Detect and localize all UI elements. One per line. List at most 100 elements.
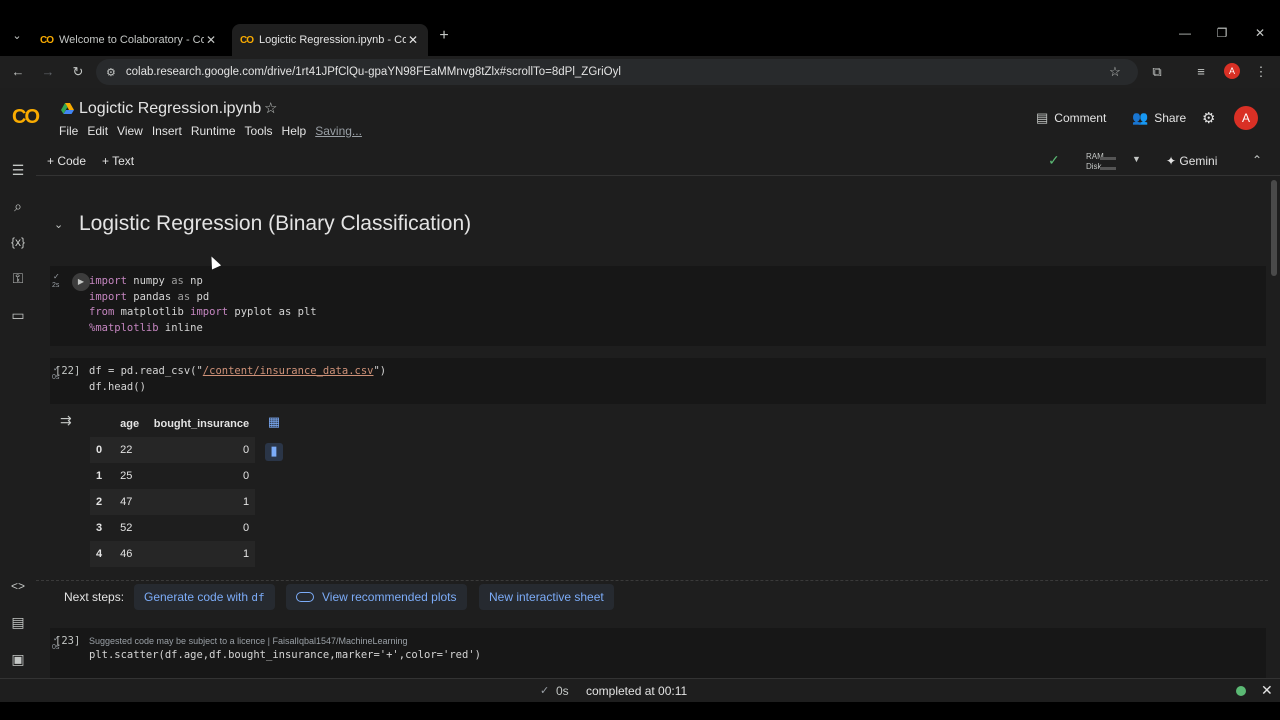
status-text[interactable]: completed at 00:11 xyxy=(586,684,687,698)
address-bar[interactable]: ⚙ colab.research.google.com/drive/1rt41J… xyxy=(96,59,1138,85)
exec-status-icon: ✓ xyxy=(53,272,60,281)
table-row: 1 25 0 xyxy=(90,463,255,489)
row-index: 2 xyxy=(90,489,115,515)
settings-gear-icon[interactable]: ⚙ xyxy=(1202,109,1215,127)
cell-bought-insurance: 1 xyxy=(145,489,256,515)
star-icon[interactable]: ☆ xyxy=(264,99,277,117)
comment-button[interactable]: ▤ Comment xyxy=(1036,110,1106,126)
files-folder-icon[interactable]: ▭ xyxy=(8,305,28,325)
close-tab-icon[interactable]: ✕ xyxy=(204,33,218,47)
screen-bottom-edge xyxy=(0,702,1280,720)
cell-code[interactable]: plt.scatter(df.age,df.bought_insurance,m… xyxy=(89,648,481,664)
tab-title: Logictic Regression.ipynb - Col xyxy=(259,34,406,46)
section-collapse-chevron-icon[interactable]: ⌄ xyxy=(54,218,63,231)
code-snippets-icon[interactable]: <> xyxy=(8,576,28,596)
exec-time: 2s xyxy=(52,282,60,289)
close-window-icon[interactable]: ✕ xyxy=(1250,26,1270,40)
status-bar: ✓ 0s completed at 00:11 ✕ xyxy=(0,678,1280,702)
extensions-icon[interactable]: ⧉ xyxy=(1147,62,1167,82)
notebook-area: ⌄ Logistic Regression (Binary Classifica… xyxy=(36,176,1268,678)
variables-icon[interactable]: {x} xyxy=(8,232,28,252)
add-text-button[interactable]: + Text xyxy=(102,154,134,168)
cell-code[interactable]: df = pd.read_csv("/content/insurance_dat… xyxy=(89,364,386,395)
user-avatar[interactable]: A xyxy=(1234,106,1258,130)
browser-profile-avatar[interactable]: A xyxy=(1224,63,1240,79)
back-icon[interactable]: ← xyxy=(8,62,28,82)
cell-code[interactable]: import numpy as np import pandas as pd f… xyxy=(89,274,317,336)
runtime-dropdown-icon[interactable]: ▼ xyxy=(1132,154,1141,164)
browser-tab-notebook[interactable]: CO Logictic Regression.ipynb - Col ✕ xyxy=(232,24,428,56)
interactive-table-icon[interactable]: ▦ xyxy=(265,414,283,432)
output-toggle-icon[interactable]: ⇉ xyxy=(60,412,72,429)
command-palette-icon[interactable]: ▤ xyxy=(8,612,28,632)
table-of-contents-icon[interactable]: ☰ xyxy=(8,160,28,180)
table-row: 0 22 0 xyxy=(90,437,256,463)
new-tab-button[interactable]: + xyxy=(434,26,454,46)
table-row: 3 52 0 xyxy=(90,515,255,541)
forward-icon[interactable]: → xyxy=(38,62,58,82)
comment-label: Comment xyxy=(1054,111,1107,125)
collapse-header-icon[interactable]: ⌃ xyxy=(1252,153,1262,167)
menu-edit[interactable]: Edit xyxy=(87,124,108,138)
notebook-title[interactable]: Logictic Regression.ipynb xyxy=(79,100,261,118)
terminal-icon[interactable]: ▣ xyxy=(8,649,28,669)
scrollbar-thumb[interactable] xyxy=(1271,180,1277,276)
browser-toolbar: ← → ↻ ⚙ colab.research.google.com/drive/… xyxy=(0,56,1280,88)
bookmark-star-icon[interactable]: ☆ xyxy=(1105,62,1125,82)
reload-icon[interactable]: ↻ xyxy=(68,62,88,82)
code-cell-scatter[interactable]: ✓ 0s [23] Suggested code may be subject … xyxy=(50,628,1266,678)
toggle-icon xyxy=(296,592,314,602)
code-line: from matplotlib import pyplot as plt xyxy=(89,306,317,318)
gemini-button[interactable]: ✦ Gemini xyxy=(1166,154,1217,168)
browser-tab-welcome[interactable]: CO Welcome to Colaboratory - Col ✕ xyxy=(32,24,226,56)
row-index: 0 xyxy=(90,437,115,463)
code-line: %matplotlib inline xyxy=(89,321,203,334)
share-button[interactable]: 👥 Share xyxy=(1132,110,1186,126)
add-code-button[interactable]: + Code xyxy=(47,154,86,168)
generate-code-button[interactable]: Generate code with df xyxy=(134,584,275,610)
cell-age: 46 xyxy=(114,541,146,567)
minimize-icon[interactable]: — xyxy=(1175,26,1195,40)
close-tab-icon[interactable]: ✕ xyxy=(406,33,420,47)
search-icon[interactable]: ⌕ xyxy=(8,196,28,216)
restore-icon[interactable]: ❐ xyxy=(1212,26,1232,40)
menu-file[interactable]: File xyxy=(59,124,78,138)
browser-menu-icon[interactable]: ⋮ xyxy=(1251,62,1271,82)
exec-count: [22] xyxy=(55,365,81,377)
code-line: import numpy as np xyxy=(89,275,203,287)
code-cell-imports[interactable]: ✓ 2s ▶ import numpy as np import pandas … xyxy=(50,266,1266,346)
suggest-charts-icon[interactable]: ▮ xyxy=(265,443,283,461)
menu-view[interactable]: View xyxy=(117,124,143,138)
tab-search-chevron-icon[interactable]: ⌄ xyxy=(6,26,28,46)
column-header-bought-insurance: bought_insurance xyxy=(153,418,250,430)
colab-favicon-icon: CO xyxy=(240,34,254,46)
run-cell-button[interactable]: ▶ xyxy=(72,273,90,291)
disk-bar xyxy=(1100,167,1116,170)
table-header-row: age bought_insurance xyxy=(90,411,255,437)
table-row: 4 46 1 xyxy=(90,541,256,567)
new-interactive-sheet-button[interactable]: New interactive sheet xyxy=(479,584,614,610)
secrets-key-icon[interactable]: ⚿ xyxy=(8,268,28,288)
row-index: 4 xyxy=(90,541,115,567)
colab-logo[interactable]: CO xyxy=(12,106,40,129)
site-info-icon[interactable]: ⚙ xyxy=(106,66,116,79)
close-status-icon[interactable]: ✕ xyxy=(1261,682,1273,699)
cell-age: 47 xyxy=(114,489,146,515)
gemini-label: Gemini xyxy=(1179,154,1218,168)
cell-divider xyxy=(36,580,1268,581)
exec-count: [23] xyxy=(55,635,81,647)
generate-code-var: df xyxy=(251,591,265,604)
saving-status[interactable]: Saving... xyxy=(315,124,362,138)
menu-runtime[interactable]: Runtime xyxy=(191,124,236,138)
menu-help[interactable]: Help xyxy=(282,124,307,138)
media-control-icon[interactable]: ≡ xyxy=(1191,62,1211,82)
code-cell-read-csv[interactable]: ✓ 0s [22] df = pd.read_csv("/content/ins… xyxy=(50,358,1266,404)
menu-bar: File Edit View Insert Runtime Tools Help… xyxy=(59,124,371,138)
url-text: colab.research.google.com/drive/1rt41JPf… xyxy=(125,66,621,78)
colab-favicon-icon: CO xyxy=(40,34,54,46)
share-label: Share xyxy=(1154,111,1187,125)
menu-tools[interactable]: Tools xyxy=(245,124,273,138)
next-steps-label: Next steps: xyxy=(64,590,125,604)
menu-insert[interactable]: Insert xyxy=(152,124,182,138)
view-recommended-plots-button[interactable]: View recommended plots xyxy=(286,584,467,610)
